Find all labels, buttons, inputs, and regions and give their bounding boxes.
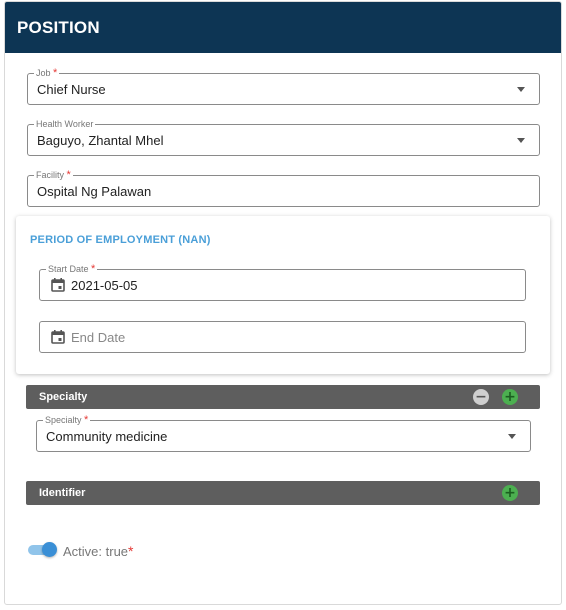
specialty-label: Specialty * (43, 414, 91, 426)
health-worker-label: Health Worker (34, 119, 96, 130)
start-date-label: Start Date * (46, 263, 98, 275)
job-label: Job * (34, 67, 60, 79)
chevron-down-icon[interactable] (517, 138, 525, 143)
position-header: POSITION (5, 2, 561, 53)
facility-field[interactable]: Facility * Ospital Ng Palawan (27, 170, 540, 207)
plus-circle-icon[interactable]: + (502, 485, 518, 501)
active-label: Active: true* (63, 543, 134, 559)
calendar-icon[interactable] (51, 330, 65, 344)
chevron-down-icon[interactable] (508, 434, 516, 439)
health-worker-value: Baguyo, Zhantal Mhel (37, 133, 164, 148)
facility-value: Ospital Ng Palawan (37, 184, 152, 199)
identifier-section-title: Identifier (39, 487, 86, 499)
start-date-field[interactable]: Start Date * 2021-05-05 (39, 264, 526, 301)
job-select[interactable]: Job * Chief Nurse (27, 68, 540, 105)
plus-circle-icon[interactable]: + (502, 389, 518, 405)
health-worker-select[interactable]: Health Worker Baguyo, Zhantal Mhel (27, 119, 540, 156)
chevron-down-icon[interactable] (517, 87, 525, 92)
end-date-field[interactable]: End Date (39, 321, 526, 353)
specialty-section-title: Specialty (39, 391, 88, 403)
minus-circle-icon[interactable]: − (473, 389, 489, 405)
identifier-section-header: Identifier + (26, 481, 540, 505)
position-card: POSITION Job * Chief Nurse Health Worker… (4, 1, 562, 605)
specialty-value: Community medicine (46, 429, 168, 444)
end-date-placeholder: End Date (71, 330, 126, 345)
toggle-thumb[interactable] (42, 542, 57, 557)
page-title: POSITION (17, 18, 100, 37)
start-date-value: 2021-05-05 (71, 278, 138, 293)
facility-label: Facility * (34, 169, 73, 181)
period-of-employment-panel: PERIOD OF EMPLOYMENT (NAN) Start Date * … (16, 216, 550, 374)
job-value: Chief Nurse (37, 82, 106, 97)
specialty-select[interactable]: Specialty * Community medicine (36, 415, 531, 452)
period-title: PERIOD OF EMPLOYMENT (NAN) (30, 234, 211, 246)
specialty-section-header: Specialty − + (26, 385, 540, 409)
calendar-icon[interactable] (51, 278, 65, 292)
active-toggle[interactable] (28, 541, 58, 559)
